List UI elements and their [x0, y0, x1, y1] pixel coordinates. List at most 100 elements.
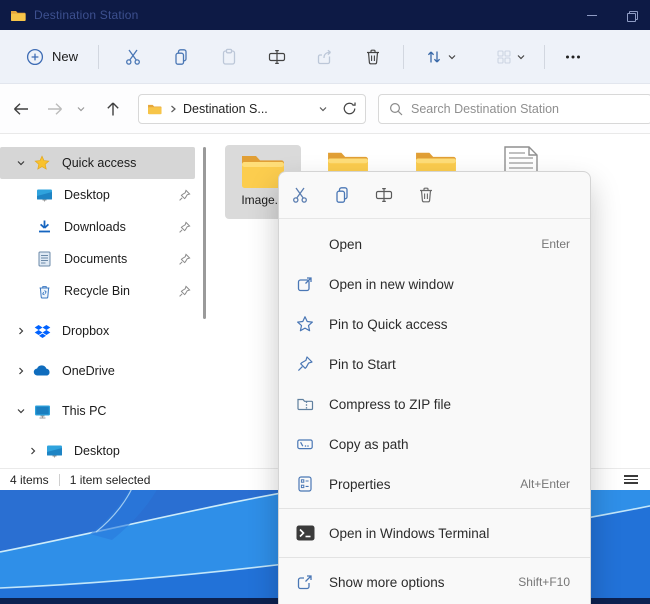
window-title: Destination Station: [34, 8, 139, 22]
sidebar-item-dropbox[interactable]: Dropbox: [0, 315, 207, 347]
pin-icon: [178, 188, 191, 202]
share-icon: [317, 49, 331, 64]
sidebar-item-label: Desktop: [64, 188, 110, 202]
window-controls: [587, 0, 638, 30]
recent-locations-button[interactable]: [70, 94, 92, 124]
sort-icon: [427, 51, 440, 62]
copy-button[interactable]: [163, 40, 199, 74]
status-divider: [58, 473, 60, 486]
new-button[interactable]: New: [16, 42, 88, 72]
menu-item-copy-as-path[interactable]: Copy as path: [279, 424, 590, 464]
menu-item-compress-to-zip[interactable]: Compress to ZIP file: [279, 384, 590, 424]
copy-button[interactable]: [325, 178, 359, 212]
desktop-icon: [34, 188, 54, 203]
open-new-window-icon: [295, 274, 315, 294]
copy-icon: [175, 48, 187, 65]
up-arrow-icon: [107, 102, 119, 115]
chevron-down-icon[interactable]: [10, 158, 32, 168]
address-dropdown-icon[interactable]: [318, 104, 328, 114]
menu-item-open-in-new-window[interactable]: Open in new window: [279, 264, 590, 304]
delete-button[interactable]: [355, 40, 391, 74]
chevron-right-icon[interactable]: [10, 326, 32, 336]
menu-item-label: Open: [329, 236, 363, 252]
sidebar-item-this-pc[interactable]: This PC: [0, 395, 207, 427]
chevron-down-icon: [77, 106, 85, 111]
menu-divider: [279, 557, 590, 558]
window-folder-icon: [11, 10, 26, 21]
menu-item-show-more-options[interactable]: Show more options Shift+F10: [279, 562, 590, 602]
menu-item-label: Show more options: [329, 574, 445, 590]
sort-button[interactable]: [414, 40, 466, 74]
toolbar-divider: [403, 44, 405, 69]
titlebar: Destination Station: [0, 0, 650, 30]
chevron-right-icon[interactable]: [10, 366, 32, 376]
search-icon: [389, 102, 403, 115]
cut-button[interactable]: [283, 178, 317, 212]
menu-item-properties[interactable]: Properties Alt+Enter: [279, 464, 590, 504]
sidebar-item-documents[interactable]: Documents: [0, 243, 207, 275]
view-button[interactable]: [484, 40, 536, 74]
restore-icon: [627, 10, 638, 22]
cut-icon: [126, 49, 140, 65]
sidebar-item-recycle-bin[interactable]: Recycle Bin: [0, 275, 207, 307]
pin-icon: [178, 252, 191, 266]
sidebar-item-label: OneDrive: [62, 364, 115, 378]
sidebar-item-label: Documents: [64, 252, 128, 266]
refresh-icon[interactable]: [342, 101, 357, 116]
back-button[interactable]: [6, 94, 36, 124]
selection-count: 1 item selected: [69, 472, 151, 487]
details-view-icon[interactable]: [624, 475, 638, 484]
menu-item-pin-to-start[interactable]: Pin to Start: [279, 344, 590, 384]
toolbar-divider: [98, 44, 100, 69]
recycle-bin-icon: [34, 284, 54, 299]
sidebar-item-onedrive[interactable]: OneDrive: [0, 355, 207, 387]
sidebar-item-quick-access[interactable]: Quick access: [0, 147, 195, 179]
pin-icon: [295, 354, 315, 374]
breadcrumb[interactable]: Destination S...: [183, 102, 318, 116]
minimize-icon: [587, 14, 597, 16]
sidebar-item-this-pc-desktop[interactable]: Desktop: [0, 435, 207, 467]
toolbar-divider: [544, 44, 546, 69]
dropbox-icon: [32, 324, 52, 339]
sidebar-item-desktop[interactable]: Desktop: [0, 179, 207, 211]
pin-icon: [178, 284, 191, 298]
show-more-options-icon: [295, 572, 315, 592]
no-icon: [295, 234, 315, 254]
rename-button[interactable]: [259, 40, 295, 74]
menu-item-shortcut: Enter: [541, 237, 570, 251]
windows-terminal-icon: [295, 523, 315, 543]
document-icon: [34, 251, 54, 267]
copy-path-icon: [295, 434, 315, 454]
delete-button[interactable]: [409, 178, 443, 212]
paste-icon: [222, 48, 236, 65]
paste-button[interactable]: [211, 40, 247, 74]
downloads-icon: [34, 219, 54, 235]
sidebar-item-downloads[interactable]: Downloads: [0, 211, 207, 243]
minimize-button[interactable]: [587, 14, 597, 16]
more-options-button[interactable]: [555, 40, 591, 74]
onedrive-cloud-icon: [32, 365, 52, 377]
menu-divider: [279, 218, 590, 219]
menu-item-pin-to-quick-access[interactable]: Pin to Quick access: [279, 304, 590, 344]
menu-divider: [279, 508, 590, 509]
menu-item-open-in-windows-terminal[interactable]: Open in Windows Terminal: [279, 513, 590, 553]
forward-button[interactable]: [40, 94, 70, 124]
up-button[interactable]: [98, 94, 128, 124]
search-input[interactable]: Search Destination Station: [378, 93, 650, 124]
chevron-down-icon[interactable]: [10, 406, 32, 416]
pin-icon: [178, 220, 191, 234]
menu-item-open[interactable]: Open Enter: [279, 224, 590, 264]
delete-icon: [420, 187, 432, 203]
cut-button[interactable]: [115, 40, 151, 74]
chevron-right-icon[interactable]: [22, 446, 44, 456]
context-menu-quick-actions: [279, 172, 590, 218]
menu-item-label: Pin to Start: [329, 356, 396, 372]
share-button[interactable]: [307, 40, 343, 74]
delete-icon: [367, 49, 380, 64]
address-bar[interactable]: Destination S...: [138, 93, 366, 124]
rename-button[interactable]: [367, 178, 401, 212]
sidebar-scrollbar[interactable]: [203, 147, 206, 319]
sidebar-item-label: Desktop: [74, 444, 120, 458]
address-row: Destination S... Search Destination Stat…: [0, 84, 650, 134]
restore-button[interactable]: [627, 10, 638, 22]
